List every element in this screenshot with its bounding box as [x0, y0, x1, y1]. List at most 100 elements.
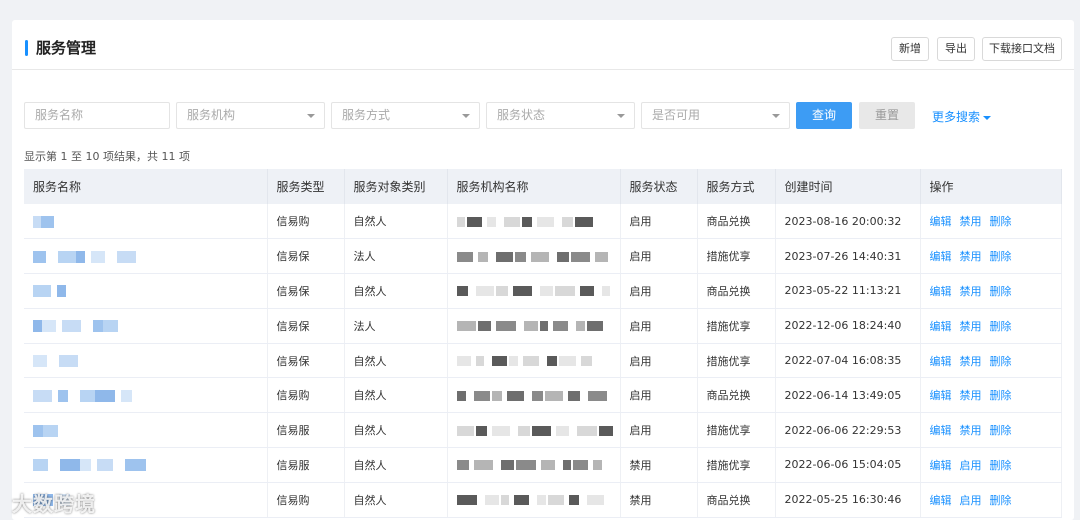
toggle-status-link[interactable]: 禁用	[960, 250, 982, 263]
toggle-status-link[interactable]: 启用	[960, 459, 982, 472]
redacted-block	[570, 251, 590, 262]
edit-link[interactable]: 编辑	[930, 215, 952, 228]
toggle-status-link[interactable]: 禁用	[960, 215, 982, 228]
redacted-block	[93, 320, 103, 333]
status-cell: 启用	[620, 308, 698, 344]
service-name-cell-redacted	[24, 308, 268, 344]
redacted-block	[473, 390, 490, 401]
service-type-cell: 信易服	[267, 447, 345, 483]
org-name-cell-redacted	[447, 308, 621, 344]
org-name-cell-redacted	[447, 273, 621, 309]
target-category-cell: 法人	[344, 238, 448, 275]
add-button[interactable]: 新增	[891, 37, 929, 61]
delete-link[interactable]: 删除	[990, 389, 1012, 402]
redacted-block	[466, 216, 482, 227]
redacted-block	[523, 321, 538, 332]
redacted-block	[512, 286, 532, 297]
redacted-block	[477, 321, 491, 332]
chevron-down-icon	[772, 114, 780, 118]
delete-link[interactable]: 删除	[990, 285, 1012, 298]
service-name-cell-redacted	[24, 343, 268, 379]
redacted-block	[555, 425, 569, 436]
delete-link[interactable]: 删除	[990, 424, 1012, 437]
col-header-target-category[interactable]: 服务对象类别	[344, 169, 448, 204]
col-header-status[interactable]: 服务状态	[620, 169, 698, 204]
edit-link[interactable]: 编辑	[930, 494, 952, 507]
redacted-block	[531, 425, 551, 436]
availability-placeholder: 是否可用	[652, 108, 701, 122]
created-time-cell: 2023-08-16 20:00:32	[775, 204, 921, 240]
created-time-cell: 2023-07-26 14:40:31	[775, 238, 921, 275]
redacted-block	[491, 390, 502, 401]
edit-link[interactable]: 编辑	[930, 424, 952, 437]
actions-cell: 编辑 禁用 删除	[920, 377, 1062, 414]
redacted-block	[103, 320, 118, 333]
col-header-mode[interactable]: 服务方式	[697, 169, 776, 204]
target-category-cell: 自然人	[344, 447, 448, 483]
toggle-status-link[interactable]: 禁用	[960, 389, 982, 402]
actions-cell: 编辑 启用 删除	[920, 447, 1062, 483]
export-button[interactable]: 导出	[937, 37, 975, 61]
download-api-doc-button[interactable]: 下载接口文档	[982, 37, 1062, 61]
redacted-block	[495, 286, 508, 297]
redacted-block	[495, 321, 516, 332]
status-cell: 启用	[620, 377, 698, 414]
redacted-block	[486, 216, 496, 227]
table-row: 信易保 法人 启用 措施优享 2022-12-06 18:24:40 编辑 禁用 删除	[24, 308, 1062, 344]
col-header-service-name[interactable]: 服务名称	[24, 169, 268, 204]
created-time-cell: 2022-05-25 16:30:46	[775, 482, 921, 518]
delete-link[interactable]: 删除	[990, 215, 1012, 228]
col-header-created-time[interactable]: 创建时间	[775, 169, 921, 204]
table-row: 信易保 自然人 启用 商品兑换 2023-05-22 11:13:21 编辑 禁用 删除	[24, 273, 1062, 309]
created-time-cell: 2022-07-04 16:08:35	[775, 343, 921, 379]
redacted-block	[456, 460, 469, 471]
redacted-block	[456, 425, 474, 436]
actions-cell: 编辑 禁用 删除	[920, 273, 1062, 309]
service-name-cell-redacted	[24, 238, 268, 275]
redacted-block	[547, 495, 564, 506]
query-button[interactable]: 查询	[796, 102, 852, 129]
toggle-status-link[interactable]: 启用	[960, 494, 982, 507]
edit-link[interactable]: 编辑	[930, 250, 952, 263]
toggle-status-link[interactable]: 禁用	[960, 355, 982, 368]
col-header-service-type[interactable]: 服务类型	[267, 169, 345, 204]
service-type-cell: 信易保	[267, 343, 345, 379]
delete-link[interactable]: 删除	[990, 250, 1012, 263]
col-header-actions: 操作	[920, 169, 1062, 204]
edit-link[interactable]: 编辑	[930, 320, 952, 333]
toggle-status-link[interactable]: 禁用	[960, 320, 982, 333]
delete-link[interactable]: 删除	[990, 459, 1012, 472]
edit-link[interactable]: 编辑	[930, 355, 952, 368]
edit-link[interactable]: 编辑	[930, 389, 952, 402]
toggle-status-link[interactable]: 禁用	[960, 285, 982, 298]
reset-button[interactable]: 重置	[859, 102, 915, 129]
availability-select[interactable]: 是否可用	[641, 102, 790, 129]
toggle-status-link[interactable]: 禁用	[960, 424, 982, 437]
col-header-org-name[interactable]: 服务机构名称	[447, 169, 621, 204]
target-category-cell: 自然人	[344, 343, 448, 379]
redacted-block	[456, 390, 466, 401]
redacted-block	[594, 251, 608, 262]
redacted-block	[601, 286, 610, 297]
redacted-block	[91, 250, 105, 263]
redacted-block	[562, 460, 571, 471]
service-mode-select[interactable]: 服务方式	[331, 102, 480, 129]
delete-link[interactable]: 删除	[990, 494, 1012, 507]
redacted-block	[558, 356, 576, 367]
delete-link[interactable]: 删除	[990, 320, 1012, 333]
delete-link[interactable]: 删除	[990, 355, 1012, 368]
redacted-block	[540, 460, 555, 471]
service-name-input[interactable]: 服务名称	[24, 102, 170, 129]
status-cell: 禁用	[620, 482, 698, 518]
service-status-select[interactable]: 服务状态	[486, 102, 635, 129]
more-search-toggle[interactable]: 更多搜索	[932, 108, 992, 125]
status-cell: 启用	[620, 238, 698, 275]
org-name-cell-redacted	[447, 204, 621, 240]
edit-link[interactable]: 编辑	[930, 459, 952, 472]
service-type-cell: 信易保	[267, 273, 345, 309]
service-org-select[interactable]: 服务机构	[176, 102, 325, 129]
redacted-block	[539, 286, 553, 297]
redacted-block	[508, 356, 518, 367]
edit-link[interactable]: 编辑	[930, 285, 952, 298]
service-name-cell-redacted	[24, 273, 268, 309]
